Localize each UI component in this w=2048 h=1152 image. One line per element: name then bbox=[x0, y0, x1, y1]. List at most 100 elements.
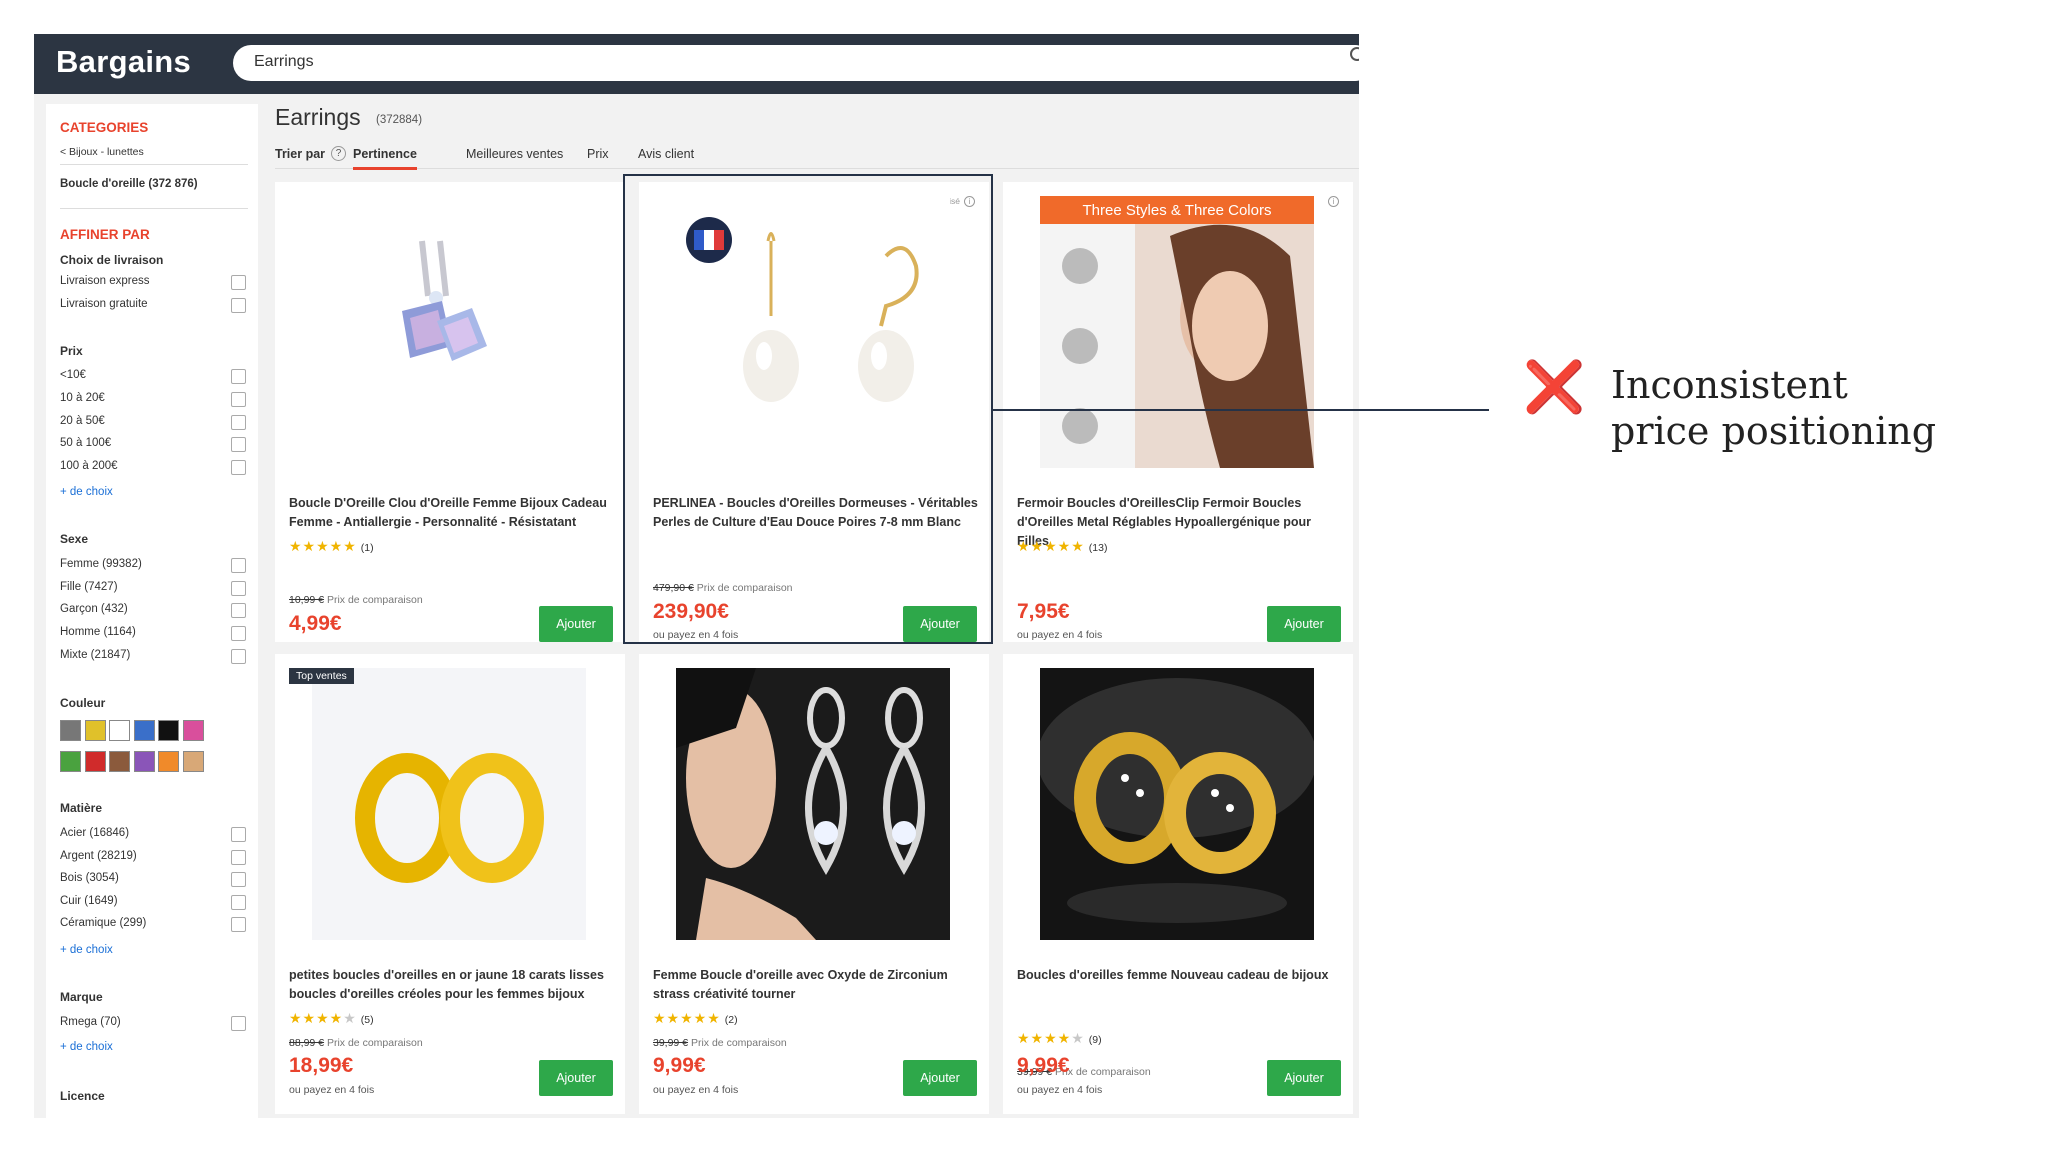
installments-text: ou payez en 4 fois bbox=[1017, 1084, 1103, 1096]
add-to-cart-button[interactable]: Ajouter bbox=[903, 1060, 977, 1096]
color-swatch[interactable] bbox=[182, 720, 204, 741]
site-logo[interactable]: Bargains bbox=[56, 44, 191, 80]
product-image[interactable] bbox=[312, 668, 586, 940]
checkbox[interactable] bbox=[231, 298, 246, 313]
checkbox[interactable] bbox=[231, 827, 246, 842]
sort-option-reviews[interactable]: Avis client bbox=[638, 147, 694, 161]
checkbox[interactable] bbox=[231, 872, 246, 887]
checkbox[interactable] bbox=[231, 558, 246, 573]
more-price-link[interactable]: + de choix bbox=[60, 486, 113, 498]
color-swatch[interactable] bbox=[84, 720, 106, 741]
price-filter-title: Prix bbox=[60, 344, 83, 358]
product-image[interactable] bbox=[676, 668, 950, 940]
add-to-cart-button[interactable]: Ajouter bbox=[539, 606, 613, 642]
product-card[interactable]: Boucles d'oreilles femme Nouveau cadeau … bbox=[1003, 654, 1353, 1114]
checkbox[interactable] bbox=[231, 392, 246, 407]
stars-empty: ★ bbox=[343, 1010, 357, 1026]
info-badge: i bbox=[1324, 196, 1339, 207]
more-material-link[interactable]: + de choix bbox=[60, 944, 113, 956]
checkbox[interactable] bbox=[231, 850, 246, 865]
product-price: 7,95€ bbox=[1017, 600, 1070, 623]
product-image[interactable] bbox=[1040, 668, 1314, 940]
option-label: Rmega (70) bbox=[60, 1016, 121, 1028]
filter-option[interactable]: 10 à 20€ bbox=[60, 391, 246, 409]
checkbox[interactable] bbox=[231, 437, 246, 452]
checkbox[interactable] bbox=[231, 1016, 246, 1031]
filter-option[interactable]: Rmega (70) bbox=[60, 1015, 246, 1033]
stars-filled: ★★★★ bbox=[1017, 1030, 1072, 1046]
product-card[interactable]: Three Styles & Three Colors i Fermoir Bo… bbox=[1003, 182, 1353, 642]
sort-option-relevance[interactable]: Pertinence bbox=[353, 147, 417, 170]
filter-option[interactable]: Cuir (1649) bbox=[60, 894, 246, 912]
checkbox[interactable] bbox=[231, 917, 246, 932]
checkbox[interactable] bbox=[231, 460, 246, 475]
help-icon[interactable]: ? bbox=[331, 146, 346, 161]
filter-option[interactable]: Homme (1164) bbox=[60, 625, 246, 643]
color-swatch[interactable] bbox=[60, 751, 81, 772]
more-brand-link[interactable]: + de choix bbox=[60, 1041, 113, 1053]
product-image[interactable] bbox=[312, 196, 586, 468]
product-image[interactable]: Three Styles & Three Colors bbox=[1040, 196, 1314, 468]
color-swatch[interactable] bbox=[109, 720, 130, 741]
color-swatch[interactable] bbox=[84, 751, 106, 772]
color-swatches bbox=[60, 720, 230, 782]
search-box[interactable] bbox=[233, 45, 1359, 81]
refine-title: AFFINER PAR bbox=[60, 227, 150, 242]
info-icon[interactable]: i bbox=[1328, 196, 1339, 207]
search-icon[interactable] bbox=[1350, 47, 1359, 61]
filter-option[interactable]: Garçon (432) bbox=[60, 602, 246, 620]
checkbox[interactable] bbox=[231, 415, 246, 430]
sort-label: Trier par bbox=[275, 147, 326, 161]
product-title[interactable]: Boucles d'oreilles femme Nouveau cadeau … bbox=[1017, 966, 1343, 985]
product-title[interactable]: Femme Boucle d'oreille avec Oxyde de Zir… bbox=[653, 966, 979, 1004]
color-swatch[interactable] bbox=[109, 751, 130, 772]
product-title[interactable]: petites boucles d'oreilles en or jaune 1… bbox=[289, 966, 615, 1004]
option-label: Céramique (299) bbox=[60, 917, 147, 929]
filter-option[interactable]: Céramique (299) bbox=[60, 916, 246, 934]
filter-option[interactable]: Femme (99382) bbox=[60, 557, 246, 575]
product-card[interactable]: Boucle D'Oreille Clou d'Oreille Femme Bi… bbox=[275, 182, 625, 642]
filter-option[interactable]: Acier (16846) bbox=[60, 826, 246, 844]
compare-label: Prix de comparaison bbox=[326, 594, 423, 606]
sort-option-bestsellers[interactable]: Meilleures ventes bbox=[466, 147, 563, 161]
checkbox[interactable] bbox=[231, 649, 246, 664]
annotation-line-2: price positioning bbox=[1611, 409, 1937, 453]
add-to-cart-button[interactable]: Ajouter bbox=[1267, 606, 1341, 642]
filter-option[interactable]: <10€ bbox=[60, 368, 246, 386]
filter-option[interactable]: Fille (7427) bbox=[60, 580, 246, 598]
material-filter-title: Matière bbox=[60, 801, 103, 815]
checkbox[interactable] bbox=[231, 275, 246, 290]
option-label: Fille (7427) bbox=[60, 581, 118, 593]
sort-option-price[interactable]: Prix bbox=[587, 147, 609, 161]
filter-option[interactable]: 100 à 200€ bbox=[60, 459, 246, 477]
checkbox[interactable] bbox=[231, 626, 246, 641]
divider bbox=[60, 208, 248, 209]
checkbox[interactable] bbox=[231, 581, 246, 596]
checkbox[interactable] bbox=[231, 895, 246, 910]
filter-option[interactable]: Livraison gratuite bbox=[60, 297, 246, 315]
filter-option[interactable]: 50 à 100€ bbox=[60, 436, 246, 454]
filter-option[interactable]: Livraison express bbox=[60, 274, 246, 292]
filter-option[interactable]: Argent (28219) bbox=[60, 849, 246, 867]
filter-option[interactable]: Mixte (21847) bbox=[60, 648, 246, 666]
back-category-link[interactable]: < Bijoux - lunettes bbox=[60, 146, 144, 158]
filter-option[interactable]: 20 à 50€ bbox=[60, 414, 246, 432]
product-title[interactable]: Boucle D'Oreille Clou d'Oreille Femme Bi… bbox=[289, 494, 615, 532]
product-card[interactable]: Top ventes petites boucles d'oreilles en… bbox=[275, 654, 625, 1114]
color-swatch[interactable] bbox=[133, 720, 155, 741]
color-swatch[interactable] bbox=[60, 720, 81, 741]
rating-stars: ★★★★★ (1) bbox=[289, 538, 374, 555]
color-swatch[interactable] bbox=[182, 751, 204, 772]
option-label: Bois (3054) bbox=[60, 872, 119, 884]
checkbox[interactable] bbox=[231, 603, 246, 618]
color-swatch[interactable] bbox=[133, 751, 155, 772]
add-to-cart-button[interactable]: Ajouter bbox=[539, 1060, 613, 1096]
color-swatch[interactable] bbox=[158, 751, 179, 772]
product-card[interactable]: Femme Boucle d'oreille avec Oxyde de Zir… bbox=[639, 654, 989, 1114]
filter-option[interactable]: Bois (3054) bbox=[60, 871, 246, 889]
current-category[interactable]: Boucle d'oreille (372 876) bbox=[60, 178, 198, 190]
checkbox[interactable] bbox=[231, 369, 246, 384]
color-swatch[interactable] bbox=[158, 720, 179, 741]
search-input[interactable] bbox=[254, 53, 1254, 71]
add-to-cart-button[interactable]: Ajouter bbox=[1267, 1060, 1341, 1096]
